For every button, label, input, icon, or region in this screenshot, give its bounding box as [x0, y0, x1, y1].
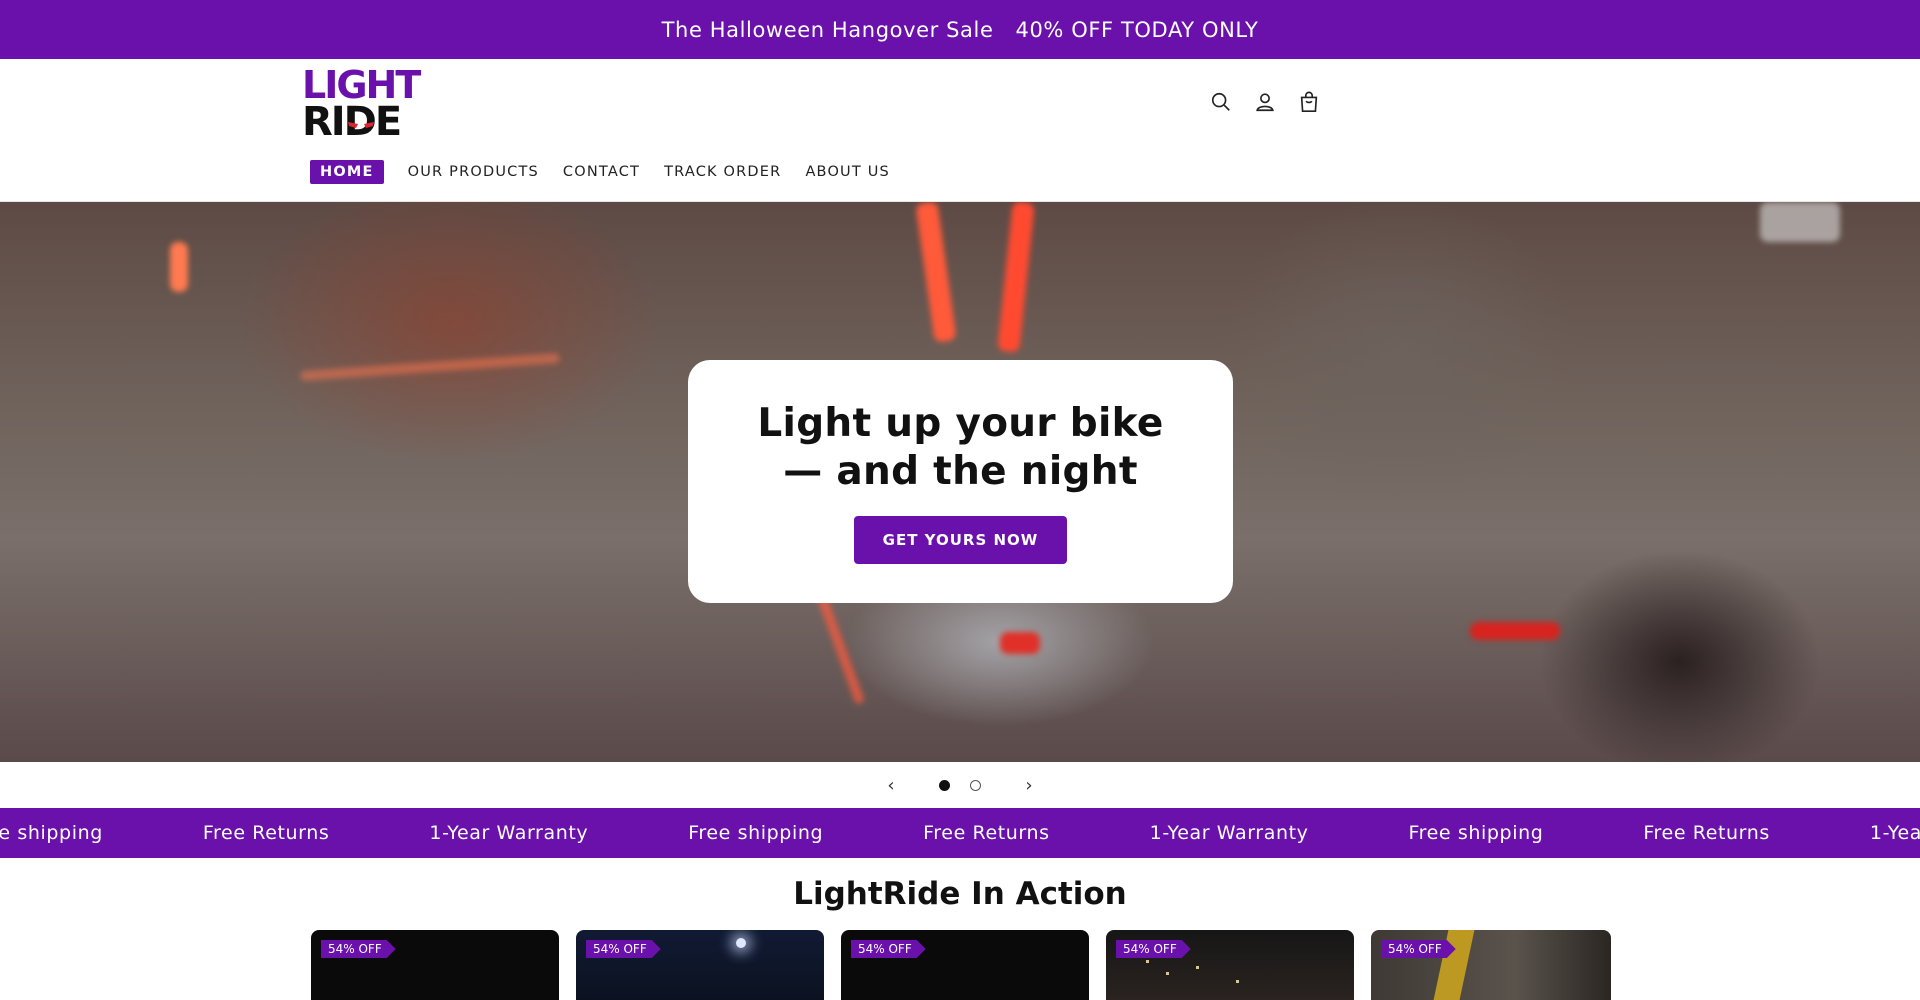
nav-track-order[interactable]: TRACK ORDER — [664, 161, 781, 183]
slide-dot-2[interactable] — [970, 779, 981, 791]
announcement-offer: 40% OFF TODAY ONLY — [1015, 17, 1259, 42]
section-title: LightRide In Action — [793, 876, 1127, 912]
previous-slide-button[interactable]: ‹ — [883, 775, 899, 796]
hero-light-streak — [1760, 202, 1840, 242]
discount-badge: 54% OFF — [1116, 940, 1191, 958]
discount-badge: 54% OFF — [321, 940, 396, 958]
hero-title: Light up your bike — and the night — [757, 401, 1164, 494]
hero-light-streak — [1470, 622, 1560, 640]
header-icons — [1210, 91, 1320, 113]
video-card[interactable]: 54% OFF — [1106, 930, 1354, 1000]
next-slide-button[interactable]: › — [1021, 775, 1037, 796]
marquee-item: Free Returns — [1643, 822, 1770, 844]
building-window — [1236, 980, 1239, 983]
hero-banner: Light up your bike — and the night GET Y… — [0, 202, 1920, 762]
marquee-item: 1-Year Warranty — [1869, 822, 1920, 844]
hero-light-streak — [915, 202, 957, 343]
video-card[interactable]: 54% OFF — [1371, 930, 1611, 1000]
slider-dots — [939, 779, 981, 791]
get-yours-now-button[interactable]: GET YOURS NOW — [853, 516, 1068, 564]
building-window — [1196, 966, 1199, 969]
benefits-marquee: Free shipping Free Returns 1-Year Warran… — [0, 808, 1920, 858]
marquee-item: Free Returns — [202, 822, 330, 844]
marquee-track: Free shipping Free Returns 1-Year Warran… — [0, 808, 1920, 858]
hero-light-streak — [299, 352, 561, 382]
marquee-item: Free shipping — [1408, 822, 1544, 844]
announcement-title: The Halloween Hangover Sale — [661, 17, 994, 42]
hero-light-streak — [170, 242, 188, 292]
discount-badge: 54% OFF — [1381, 940, 1456, 958]
video-card[interactable]: 54% OFF — [841, 930, 1089, 1000]
hero-light-streak — [997, 202, 1035, 353]
hero-card: Light up your bike — and the night GET Y… — [688, 360, 1233, 603]
discount-badge: 54% OFF — [586, 940, 661, 958]
nav-our-products[interactable]: OUR PRODUCTS — [408, 161, 539, 183]
account-icon[interactable] — [1254, 91, 1276, 113]
slider-controls: ‹ › — [0, 762, 1920, 808]
main-nav: HOME OUR PRODUCTS CONTACT TRACK ORDER AB… — [310, 160, 890, 184]
video-card-row: 54% OFF 54% OFF 54% OFF 54% OFF 54% OFF — [311, 930, 1611, 1000]
marquee-item: Free Returns — [923, 822, 1050, 844]
slide-dot-1[interactable] — [939, 779, 950, 791]
marquee-item: 1-Year Warranty — [1149, 822, 1309, 844]
building-window — [1166, 972, 1169, 975]
marquee-item: Free shipping — [0, 822, 103, 844]
logo-eyes-icon — [348, 122, 374, 128]
hero-light-streak — [814, 588, 866, 706]
nav-home[interactable]: HOME — [310, 160, 384, 184]
street-lamp-glow — [736, 938, 746, 948]
hero-light-streak — [1000, 632, 1040, 654]
marquee-item: Free shipping — [688, 822, 824, 844]
video-card[interactable]: 54% OFF — [311, 930, 559, 1000]
cart-icon[interactable] — [1298, 91, 1320, 113]
search-icon[interactable] — [1210, 91, 1232, 113]
building-window — [1146, 960, 1149, 963]
nav-contact[interactable]: CONTACT — [563, 161, 640, 183]
discount-badge: 54% OFF — [851, 940, 926, 958]
logo[interactable]: LIGHT RIDE — [302, 63, 424, 142]
announcement-bar: The Halloween Hangover Sale 40% OFF TODA… — [0, 0, 1920, 59]
video-card[interactable]: 54% OFF — [576, 930, 824, 1000]
site-header: LIGHT RIDE HOME OUR PRODUCTS CONTACT TRA… — [0, 59, 1920, 202]
nav-about-us[interactable]: ABOUT US — [805, 161, 890, 183]
logo-text-top: LIGHT — [302, 63, 421, 107]
marquee-item: 1-Year Warranty — [429, 822, 589, 844]
